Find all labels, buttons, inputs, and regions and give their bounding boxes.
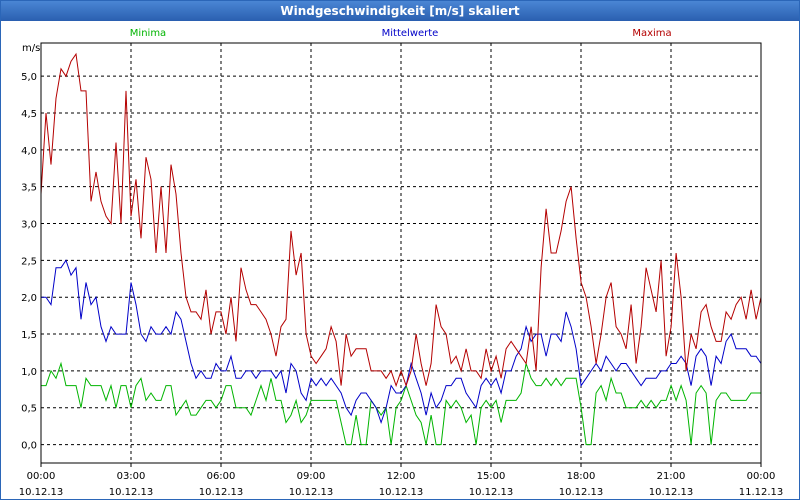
x-tick-time-label: 00:00 <box>747 471 776 482</box>
x-tick-time-label: 21:00 <box>657 471 686 482</box>
x-tick-date-label: 11.12.13 <box>739 487 784 498</box>
x-tick-date-label: 10.12.13 <box>289 487 334 498</box>
x-tick-time-label: 03:00 <box>117 471 146 482</box>
window-title: Windgeschwindigkeit [m/s] skaliert <box>1 1 799 21</box>
legend-entry-mittelwerte: Mittelwerte <box>382 28 439 39</box>
y-tick-label: 1,5 <box>21 330 37 341</box>
x-tick-date-label: 10.12.13 <box>199 487 244 498</box>
legend-entry-minima: Minima <box>130 28 166 39</box>
y-tick-label: 3,5 <box>21 183 37 194</box>
x-tick-time-label: 12:00 <box>387 471 416 482</box>
y-tick-label: 1,0 <box>21 367 37 378</box>
x-tick-time-label: 15:00 <box>477 471 506 482</box>
y-tick-label: 0,5 <box>21 404 37 415</box>
y-tick-label: 4,0 <box>21 146 37 157</box>
x-tick-date-label: 10.12.13 <box>649 487 694 498</box>
x-tick-time-label: 18:00 <box>567 471 596 482</box>
y-tick-label: 5,0 <box>21 72 37 83</box>
y-tick-label: 2,0 <box>21 293 37 304</box>
x-tick-date-label: 10.12.13 <box>469 487 514 498</box>
y-tick-label: 4,5 <box>21 109 37 120</box>
y-tick-label: 0,0 <box>21 441 37 452</box>
legend-entry-maxima: Maxima <box>632 28 671 39</box>
x-tick-time-label: 06:00 <box>207 471 236 482</box>
wind-speed-chart: 0,0 0,5 1,0 1,5 2,0 2,5 3,0 3,5 4,0 4,5 5,0 00:00 1… <box>19 28 784 498</box>
x-tick-date-label: 10.12.13 <box>379 487 424 498</box>
x-tick-time-label: 00:00 <box>27 471 56 482</box>
y-tick-label: 2,5 <box>21 256 37 267</box>
x-tick-date-label: 10.12.13 <box>19 487 64 498</box>
x-tick-date-label: 10.12.13 <box>559 487 604 498</box>
legend: Minima Mittelwerte Maxima <box>130 28 672 39</box>
y-axis: 0,0 0,5 1,0 1,5 2,0 2,5 3,0 3,5 4,0 4,5 5,0 <box>21 72 37 451</box>
x-axis: 00:00 10.12.13 03:00 10.12.13 06:00 10.12.13 0… <box>19 463 784 498</box>
chart-window: Windgeschwindigkeit [m/s] skaliert 0,0 0,… <box>0 0 800 500</box>
x-tick-date-label: 10.12.13 <box>109 487 154 498</box>
y-axis-label: m/s <box>22 43 40 54</box>
y-tick-label: 3,0 <box>21 220 37 231</box>
x-tick-time-label: 09:00 <box>297 471 326 482</box>
